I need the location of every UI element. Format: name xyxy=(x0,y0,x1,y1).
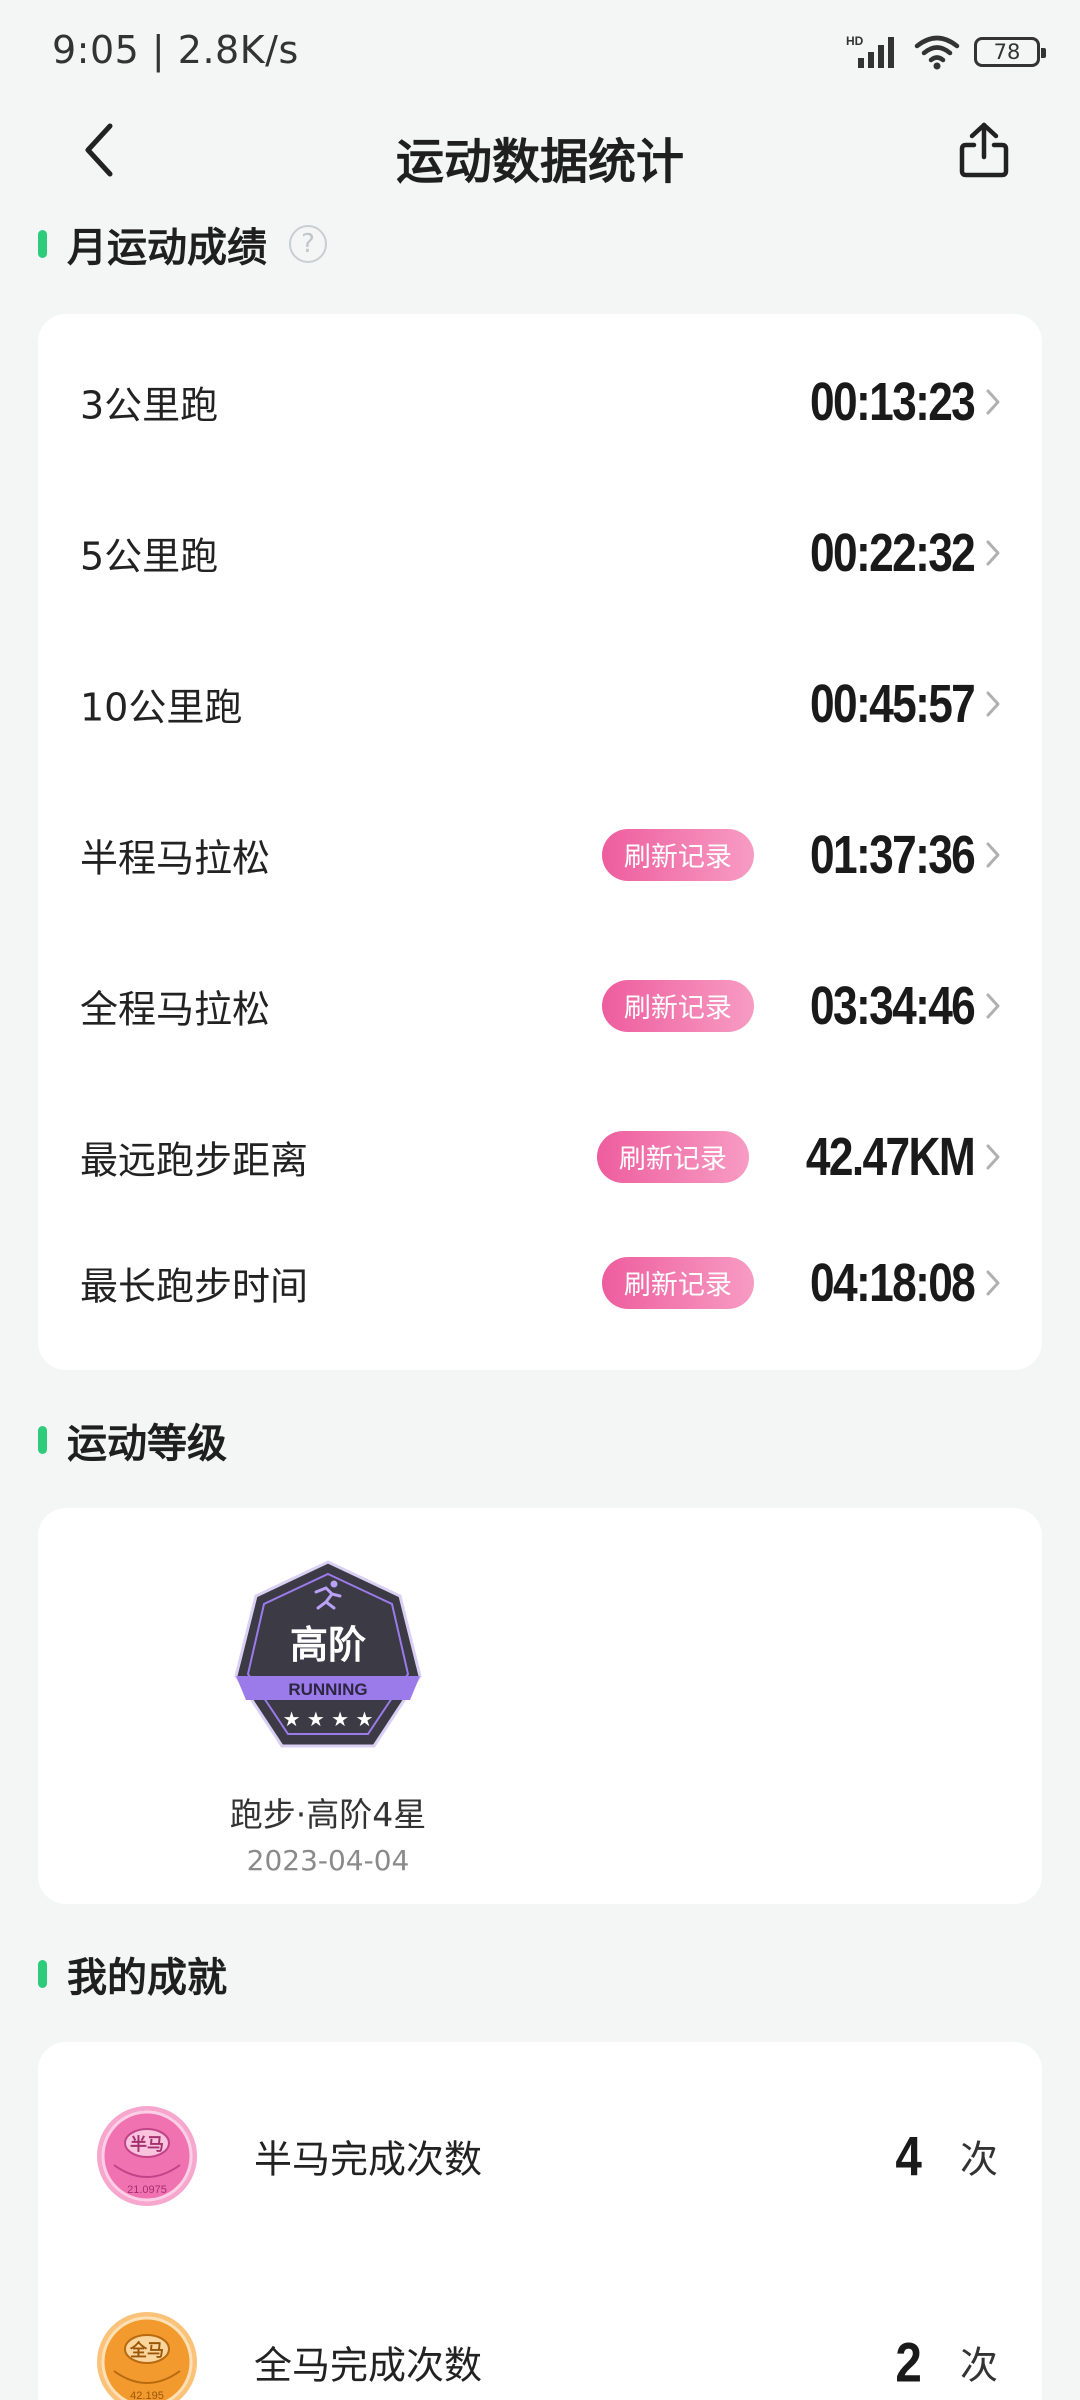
record-row-longest-time[interactable]: 最长跑步时间 刷新记录 04:18:08 xyxy=(38,1207,1042,1358)
full-marathon-medal-icon: 全马 42.195 xyxy=(97,2312,197,2400)
running-level-badge-icon[interactable]: 高阶 RUNNING ★ ★ ★ ★ xyxy=(198,1558,458,1758)
record-row-10km[interactable]: 10公里跑 00:45:57 xyxy=(38,628,1042,779)
record-row-half-marathon[interactable]: 半程马拉松 刷新记录 01:37:36 xyxy=(38,779,1042,930)
section-title: 运动等级 xyxy=(67,1421,227,1467)
battery-icon: 78 xyxy=(974,37,1046,67)
nav-bar: 运动数据统计 xyxy=(0,100,1080,200)
record-right: 00:45:57 xyxy=(774,673,1004,735)
svg-text:半马: 半马 xyxy=(130,2134,164,2155)
record-label: 5公里跑 xyxy=(80,534,219,578)
record-label: 3公里跑 xyxy=(80,383,219,427)
share-icon xyxy=(959,122,1009,178)
section-monthly-header: 月运动成绩 ? xyxy=(38,214,327,274)
svg-text:RUNNING: RUNNING xyxy=(288,1680,367,1699)
section-accent-bar xyxy=(38,230,47,258)
record-label: 最远跑步距离 xyxy=(80,1138,309,1182)
record-value: 04:18:08 xyxy=(809,1252,976,1313)
chevron-right-icon xyxy=(982,689,1004,719)
achievement-label: 全马完成次数 xyxy=(254,2343,483,2388)
achievements-card: 半马 21.0975 半马完成次数 4 次 全马 42.195 全马完成次数 2… xyxy=(38,2042,1042,2400)
half-marathon-medal-icon: 半马 21.0975 xyxy=(97,2106,197,2206)
new-record-badge: 刷新记录 xyxy=(596,1130,749,1183)
record-label: 最长跑步时间 xyxy=(80,1264,309,1308)
record-right: 刷新记录 03:34:46 xyxy=(601,975,1004,1037)
record-right: 00:22:32 xyxy=(774,522,1004,584)
section-accent-bar xyxy=(38,1960,47,1988)
chevron-right-icon xyxy=(982,991,1004,1021)
svg-text:42.195: 42.195 xyxy=(130,2390,164,2400)
wifi-icon xyxy=(914,35,960,70)
record-row-5km[interactable]: 5公里跑 00:22:32 xyxy=(38,477,1042,628)
share-button[interactable] xyxy=(948,114,1020,186)
status-icons: HD 78 xyxy=(846,30,1046,74)
record-label: 半程马拉松 xyxy=(80,836,271,880)
new-record-badge: 刷新记录 xyxy=(601,1256,754,1309)
record-value: 00:45:57 xyxy=(809,673,976,734)
chevron-right-icon xyxy=(982,1142,1004,1172)
svg-text:HD: HD xyxy=(846,34,864,48)
section-title: 我的成就 xyxy=(67,1955,227,2001)
record-value: 03:34:46 xyxy=(809,975,976,1036)
page-title: 运动数据统计 xyxy=(395,134,684,190)
svg-text:★ ★ ★ ★: ★ ★ ★ ★ xyxy=(283,1707,374,1731)
record-right: 刷新记录 01:37:36 xyxy=(601,824,1004,886)
achievement-count: 4 xyxy=(895,2124,922,2188)
section-level-header: 运动等级 xyxy=(38,1410,227,1470)
monthly-records-card: 3公里跑 00:13:23 5公里跑 00:22:32 10公里跑 00:45:… xyxy=(38,314,1042,1370)
signal-icon: HD xyxy=(846,34,894,68)
achievement-count: 2 xyxy=(895,2330,922,2394)
new-record-badge: 刷新记录 xyxy=(601,979,754,1032)
chevron-right-icon xyxy=(982,840,1004,870)
new-record-badge: 刷新记录 xyxy=(601,828,754,881)
record-row-full-marathon[interactable]: 全程马拉松 刷新记录 03:34:46 xyxy=(38,930,1042,1081)
achievement-label: 半马完成次数 xyxy=(254,2137,483,2182)
record-value: 01:37:36 xyxy=(809,824,976,885)
record-value: 00:13:23 xyxy=(809,371,976,432)
help-icon[interactable]: ? xyxy=(289,225,327,263)
svg-text:全马: 全马 xyxy=(129,2340,164,2361)
record-value: 42.47KM xyxy=(805,1126,976,1187)
status-bar: 9:05 | 2.8K/s HD 78 xyxy=(0,0,1080,100)
achievement-unit: 次 xyxy=(959,2343,998,2388)
record-right: 刷新记录 42.47KM xyxy=(596,1126,1004,1188)
svg-text:21.0975: 21.0975 xyxy=(127,2184,167,2196)
status-time: 9:05 | 2.8K/s xyxy=(52,28,299,72)
level-date: 2023-04-04 xyxy=(246,1844,410,1877)
section-achievements-header: 我的成就 xyxy=(38,1944,227,2004)
record-right: 刷新记录 04:18:08 xyxy=(601,1252,1004,1314)
level-name: 跑步·高阶4星 xyxy=(229,1795,427,1834)
section-accent-bar xyxy=(38,1426,47,1454)
record-label: 10公里跑 xyxy=(80,685,243,729)
record-right: 00:13:23 xyxy=(774,371,1004,433)
svg-text:高阶: 高阶 xyxy=(290,1623,366,1667)
level-card: 高阶 RUNNING ★ ★ ★ ★ 跑步·高阶4星 2023-04-04 xyxy=(38,1508,1042,1904)
section-title: 月运动成绩 xyxy=(67,225,267,271)
achievement-row-full-marathon[interactable]: 全马 42.195 全马完成次数 2 次 xyxy=(38,2262,1042,2400)
record-label: 全程马拉松 xyxy=(80,987,271,1031)
record-value: 00:22:32 xyxy=(809,522,976,583)
chevron-right-icon xyxy=(982,1268,1004,1298)
achievement-unit: 次 xyxy=(959,2137,998,2182)
battery-level: 78 xyxy=(993,40,1021,64)
chevron-right-icon xyxy=(982,538,1004,568)
achievement-row-half-marathon[interactable]: 半马 21.0975 半马完成次数 4 次 xyxy=(38,2056,1042,2256)
record-row-3km[interactable]: 3公里跑 00:13:23 xyxy=(38,326,1042,477)
chevron-right-icon xyxy=(982,387,1004,417)
